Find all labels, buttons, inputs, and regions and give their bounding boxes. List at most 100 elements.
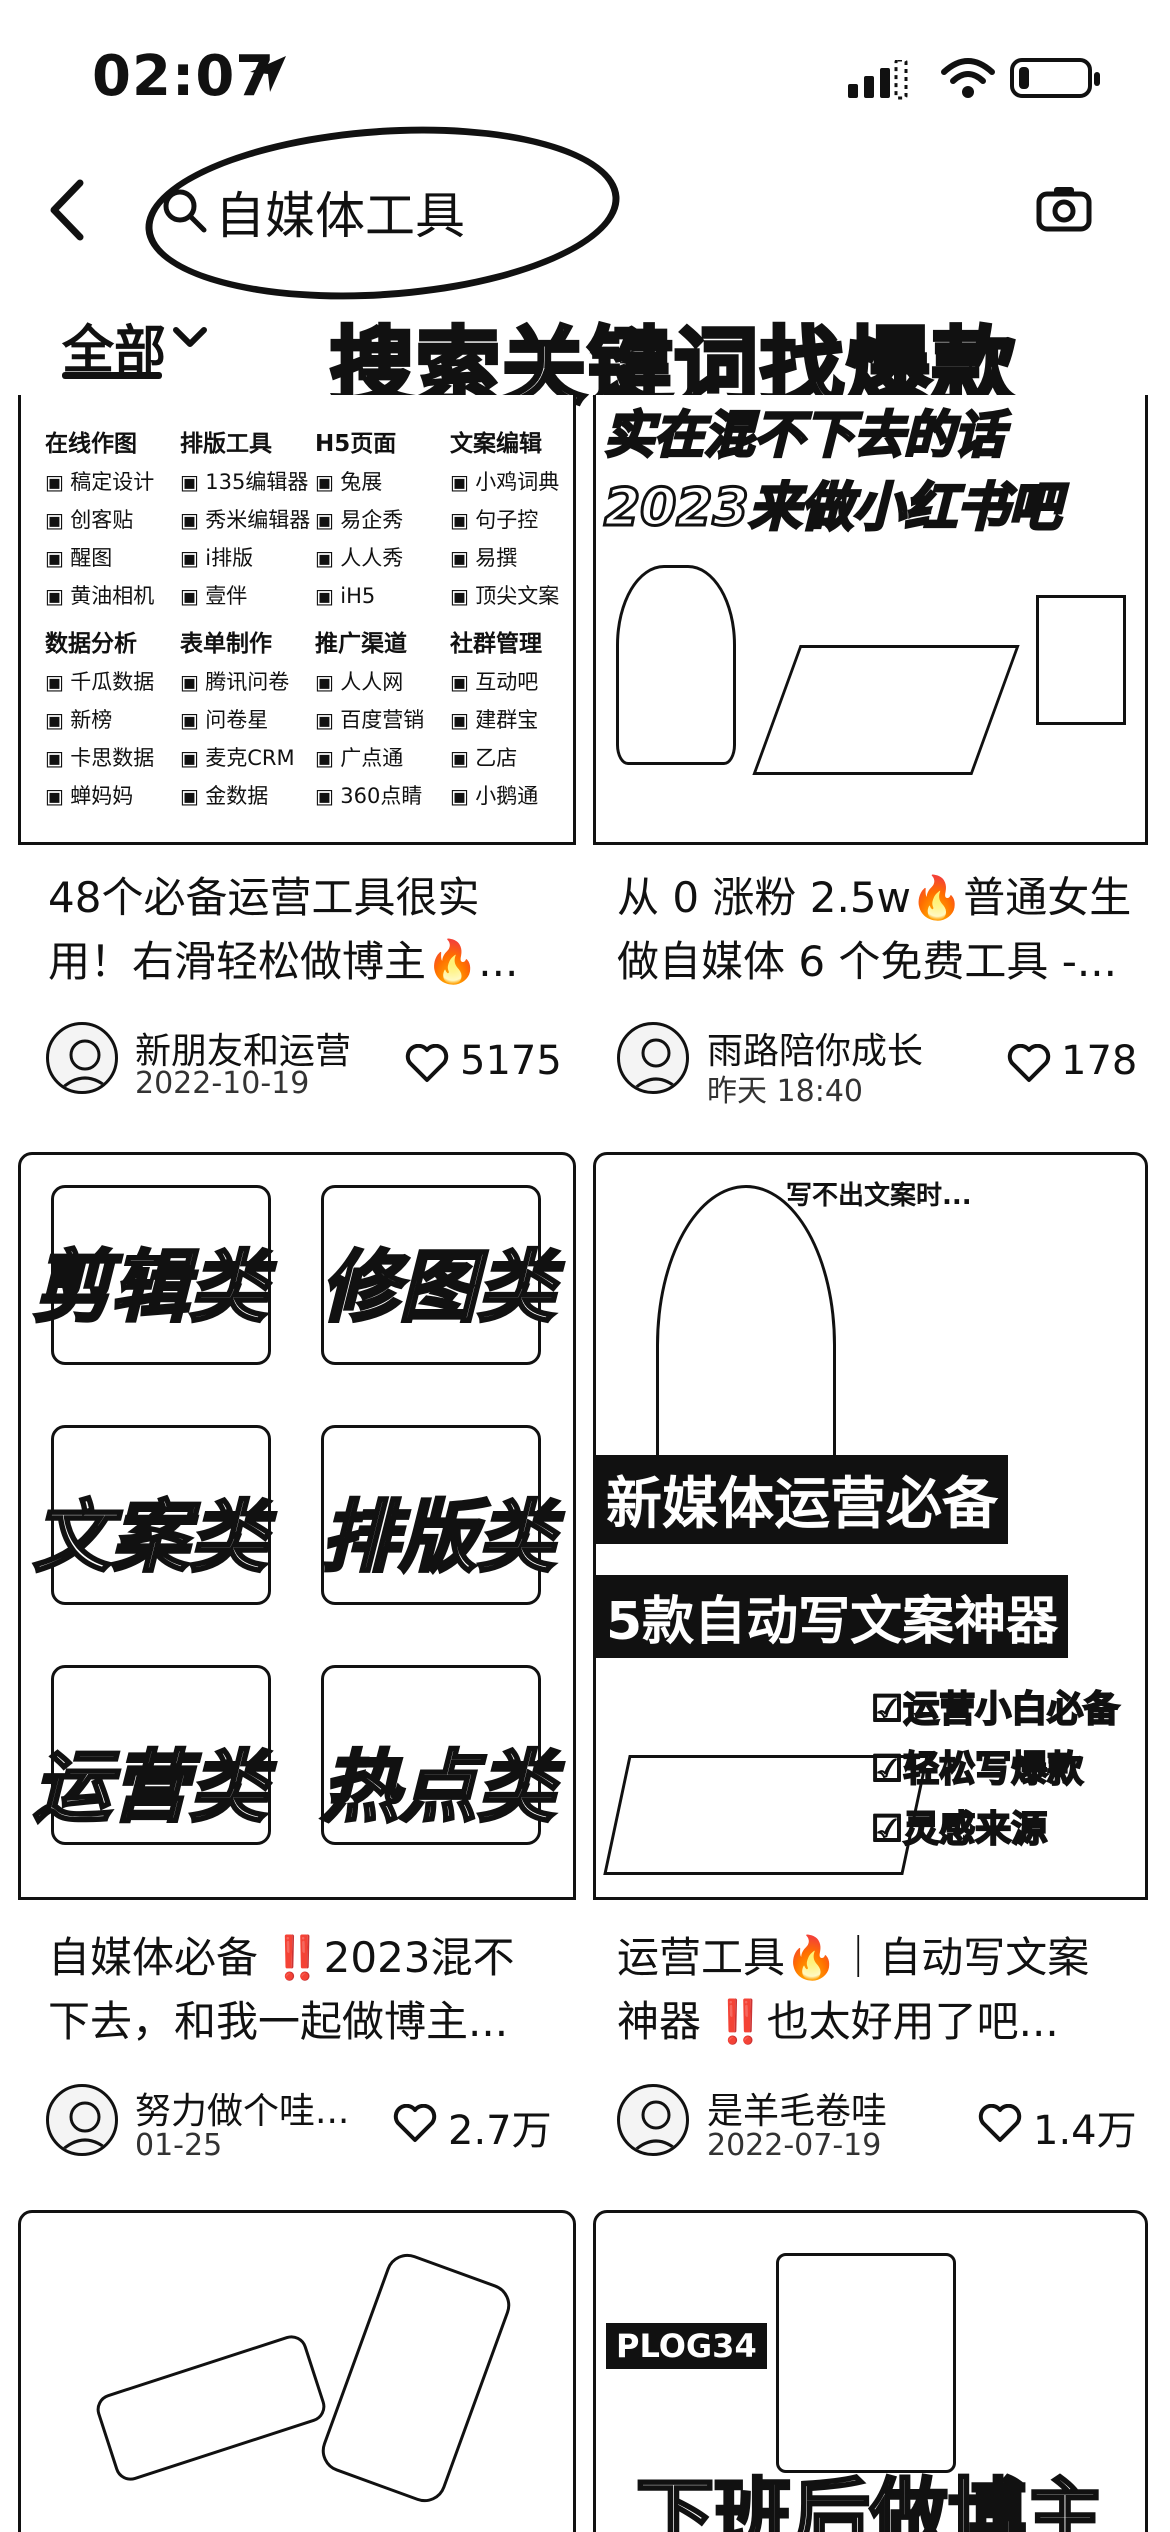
tool-item: 卡思数据 [45, 739, 180, 777]
laptop-sketch [752, 645, 1020, 775]
tool-column-header: 排版工具 [180, 431, 272, 457]
tool-column: 在线作图稿定设计创客贴醒图黄油相机 [45, 425, 180, 615]
tool-item: 腾讯问卷 [180, 663, 315, 701]
category-word: 剪辑类 [31, 1242, 268, 1335]
like-count: 1.4万 [1033, 2108, 1137, 2154]
heart-icon[interactable] [405, 1044, 449, 1084]
checklist-item: ☑轻松写爆款 [870, 1748, 1084, 1791]
tool-item: 醒图 [45, 539, 180, 577]
category-word: 修图类 [319, 1242, 556, 1335]
tool-item: 百度营销 [315, 701, 450, 739]
tool-item: 易企秀 [315, 501, 450, 539]
author-avatar[interactable] [617, 2084, 689, 2156]
monitor-sketch [1036, 595, 1126, 725]
tool-column-header: 在线作图 [45, 431, 137, 457]
tool-item: 人人秀 [315, 539, 450, 577]
tool-column-header: 社群管理 [450, 631, 542, 657]
tool-item: 千瓜数据 [45, 663, 180, 701]
headline-banner: 新媒体运营必备 [596, 1455, 1008, 1544]
heart-icon[interactable] [393, 2104, 437, 2144]
search-input[interactable]: 自媒体工具 [215, 176, 465, 248]
tool-column: 排版工具 135编辑器秀米编辑器i排版壹伴 [180, 425, 315, 615]
desk-sketch [92, 2331, 330, 2485]
tool-item: 黄油相机 [45, 577, 180, 615]
chevron-down-icon[interactable] [170, 322, 210, 352]
plant-sketch [616, 565, 736, 765]
back-arrow-icon[interactable] [40, 175, 100, 245]
tool-item: 麦克CRM [180, 739, 315, 777]
note-thumbnail[interactable]: 剪辑类 修图类 文案类 排版类 运营类 热点类 [18, 1152, 576, 1900]
tool-item: 乙店 [450, 739, 573, 777]
thumb-line-2: 2023来做小红书吧 [603, 477, 1063, 540]
headline-banner: 5款自动写文案神器 [596, 1575, 1069, 1658]
tool-item: 360点睛 [315, 777, 450, 815]
post-date: 2022-10-19 [135, 1066, 310, 1101]
wifi-icon [941, 58, 995, 98]
category-word: 运营类 [31, 1742, 268, 1835]
battery-icon [1010, 58, 1100, 98]
cellular-signal-icon [848, 60, 908, 100]
author-avatar[interactable] [617, 1022, 689, 1094]
avatar-illustration [57, 1039, 113, 1091]
note-thumbnail[interactable]: 实在混不下去的话 2023来做小红书吧 [593, 395, 1148, 845]
category-word: 热点类 [319, 1742, 556, 1835]
tool-column: 表单制作腾讯问卷问卷星麦克CRM金数据 [180, 625, 315, 815]
thumb-caption: 下班后做博主 [634, 2470, 1105, 2532]
tool-item: 易撰 [450, 539, 573, 577]
location-arrow-icon [250, 56, 286, 92]
thumb-line-1: 实在混不下去的话 [603, 405, 1006, 466]
tool-column-header: H5页面 [315, 431, 397, 457]
checklist-item: ☑运营小白必备 [870, 1688, 1120, 1731]
tool-item: i排版 [180, 539, 315, 577]
tab-active-indicator [62, 372, 162, 379]
author-name[interactable]: 是羊毛卷哇 [707, 2082, 887, 2134]
tablet-sketch [776, 2253, 956, 2473]
like-count: 5175 [460, 1038, 562, 1084]
plog-tag: PLOG34 [606, 2323, 767, 2369]
note-thumbnail[interactable]: 写不出文案时... 新媒体运营必备 5款自动写文案神器 ☑运营小白必备 ☑轻松写… [593, 1152, 1148, 1900]
heart-icon[interactable] [1007, 1044, 1051, 1084]
battery-level [1019, 67, 1029, 89]
like-count: 178 [1061, 1038, 1138, 1084]
tool-column-header: 数据分析 [45, 631, 137, 657]
tool-item: 人人网 [315, 663, 450, 701]
search-icon [163, 189, 207, 233]
tool-item: iH5 [315, 577, 450, 615]
tool-item: 问卷星 [180, 701, 315, 739]
like-count: 2.7万 [448, 2108, 552, 2154]
post-date: 01-25 [135, 2128, 223, 2163]
note-thumbnail[interactable]: 在线作图稿定设计创客贴醒图黄油相机排版工具 135编辑器秀米编辑器i排版壹伴 H5页… [18, 395, 576, 845]
note-thumbnail[interactable] [18, 2210, 576, 2532]
tool-item: 新榜 [45, 701, 180, 739]
avatar-illustration [630, 2100, 682, 2153]
tool-item: 顶尖文案 [450, 577, 573, 615]
tool-item: 蝉妈妈 [45, 777, 180, 815]
tool-item: 建群宝 [450, 701, 573, 739]
note-title[interactable]: 48个必备运营工具很实 用！右滑轻松做博主🔥... [48, 866, 588, 994]
avatar-illustration [57, 2101, 113, 2153]
tool-item: 互动吧 [450, 663, 573, 701]
category-word: 排版类 [319, 1492, 556, 1585]
tool-column: 文案编辑小鸡词典句子控易撰顶尖文案 [450, 425, 573, 615]
tool-item: 135编辑器 [180, 463, 315, 501]
tool-item: 秀米编辑器 [180, 501, 315, 539]
tool-column-header: 表单制作 [180, 631, 272, 657]
tool-item: 金数据 [180, 777, 315, 815]
author-name[interactable]: 努力做个哇... [135, 2082, 349, 2134]
tool-column: 推广渠道人人网百度营销广点通360点睛 [315, 625, 450, 815]
tool-item: 小鹅通 [450, 777, 573, 815]
tool-item: 兔展 [315, 463, 450, 501]
note-title[interactable]: 自媒体必备 ‼️2023混不 下去，和我一起做博主... [48, 1926, 588, 2054]
tool-column-header: 文案编辑 [450, 431, 542, 457]
note-thumbnail[interactable]: PLOG34 下班后做博主 [593, 2210, 1148, 2532]
note-title[interactable]: 运营工具🔥｜自动写文案 神器 ‼️也太好用了吧... [617, 1926, 1157, 2054]
checklist-item: ☑灵感来源 [870, 1808, 1048, 1851]
tool-item: 壹伴 [180, 577, 315, 615]
author-avatar[interactable] [46, 2084, 118, 2156]
post-date: 昨天 18:40 [707, 1074, 863, 1109]
camera-icon[interactable] [1036, 184, 1092, 232]
author-avatar[interactable] [46, 1022, 118, 1094]
tool-item: 小鸡词典 [450, 463, 573, 501]
note-title[interactable]: 从 0 涨粉 2.5w🔥普通女生 做自媒体 6 个免费工具 -... [617, 866, 1157, 994]
heart-icon[interactable] [978, 2104, 1022, 2144]
